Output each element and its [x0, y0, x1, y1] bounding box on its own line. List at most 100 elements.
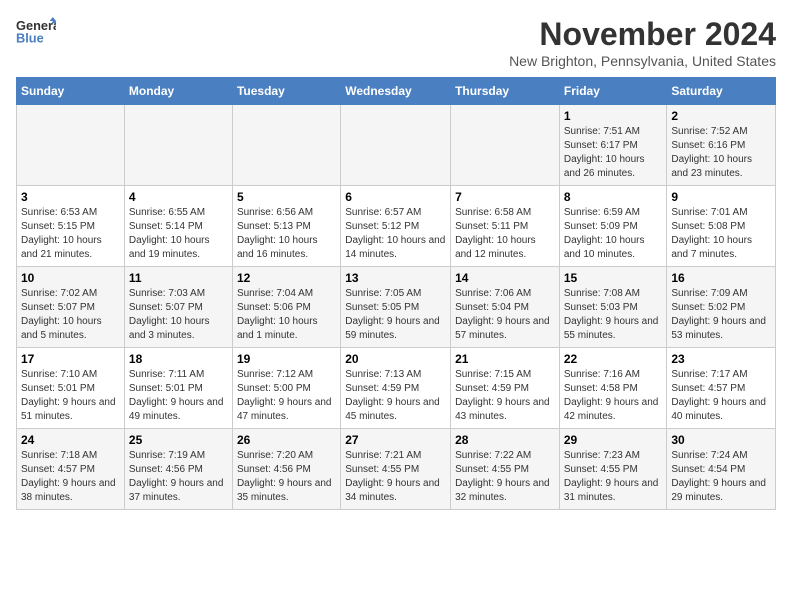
calendar-cell: 18 Sunrise: 7:11 AM Sunset: 5:01 PM Dayli… — [124, 348, 232, 429]
day-number: 16 — [671, 271, 771, 285]
day-info: Sunrise: 7:10 AM Sunset: 5:01 PM Dayligh… — [21, 368, 120, 424]
day-header-friday: Friday — [559, 78, 667, 105]
day-info: Sunrise: 7:05 AM Sunset: 5:05 PM Dayligh… — [345, 287, 446, 343]
day-info: Sunrise: 7:16 AM Sunset: 4:58 PM Dayligh… — [564, 368, 663, 424]
calendar-cell: 5 Sunrise: 6:56 AM Sunset: 5:13 PM Daylig… — [232, 186, 340, 267]
day-info: Sunrise: 7:17 AM Sunset: 4:57 PM Dayligh… — [671, 368, 771, 424]
week-row: 1 Sunrise: 7:51 AM Sunset: 6:17 PM Daylig… — [17, 105, 776, 186]
calendar-cell: 6Sunrise: 6:57 AM Sunset: 5:12 PM Daylig… — [341, 186, 451, 267]
calendar-cell: 16 Sunrise: 7:09 AM Sunset: 5:02 PM Dayli… — [667, 267, 776, 348]
day-number: 7 — [455, 190, 555, 204]
calendar-cell: 10Sunrise: 7:02 AM Sunset: 5:07 PM Dayli… — [17, 267, 125, 348]
calendar-cell: 20 Sunrise: 7:13 AM Sunset: 4:59 PM Dayli… — [341, 348, 451, 429]
day-info: Sunrise: 6:59 AM Sunset: 5:09 PM Dayligh… — [564, 206, 663, 262]
day-info: Sunrise: 6:58 AM Sunset: 5:11 PM Dayligh… — [455, 206, 555, 262]
calendar-cell: 21Sunrise: 7:15 AM Sunset: 4:59 PM Dayli… — [451, 348, 560, 429]
day-header-sunday: Sunday — [17, 78, 125, 105]
day-info: Sunrise: 7:02 AM Sunset: 5:07 PM Dayligh… — [21, 287, 120, 343]
day-info: Sunrise: 7:01 AM Sunset: 5:08 PM Dayligh… — [671, 206, 771, 262]
day-info: Sunrise: 7:21 AM Sunset: 4:55 PM Dayligh… — [345, 449, 446, 505]
calendar-cell: 4 Sunrise: 6:55 AM Sunset: 5:14 PM Daylig… — [124, 186, 232, 267]
day-info: Sunrise: 7:04 AM Sunset: 5:06 PM Dayligh… — [237, 287, 336, 343]
day-info: Sunrise: 7:19 AM Sunset: 4:56 PM Dayligh… — [129, 449, 228, 505]
calendar-cell: 3Sunrise: 6:53 AM Sunset: 5:15 PM Daylig… — [17, 186, 125, 267]
calendar-cell — [124, 105, 232, 186]
day-number: 15 — [564, 271, 663, 285]
calendar-cell: 22 Sunrise: 7:16 AM Sunset: 4:58 PM Dayli… — [559, 348, 667, 429]
calendar-cell: 13 Sunrise: 7:05 AM Sunset: 5:05 PM Dayli… — [341, 267, 451, 348]
day-number: 5 — [237, 190, 336, 204]
month-year: November 2024 — [509, 16, 776, 53]
day-info: Sunrise: 7:22 AM Sunset: 4:55 PM Dayligh… — [455, 449, 555, 505]
calendar-cell: 24 Sunrise: 7:18 AM Sunset: 4:57 PM Dayli… — [17, 429, 125, 510]
day-info: Sunrise: 6:55 AM Sunset: 5:14 PM Dayligh… — [129, 206, 228, 262]
day-number: 25 — [129, 433, 228, 447]
calendar-cell — [232, 105, 340, 186]
day-header-saturday: Saturday — [667, 78, 776, 105]
day-info: Sunrise: 7:12 AM Sunset: 5:00 PM Dayligh… — [237, 368, 336, 424]
calendar-cell: 17Sunrise: 7:10 AM Sunset: 5:01 PM Dayli… — [17, 348, 125, 429]
day-number: 22 — [564, 352, 663, 366]
day-number: 29 — [564, 433, 663, 447]
day-number: 9 — [671, 190, 771, 204]
day-info: Sunrise: 7:03 AM Sunset: 5:07 PM Dayligh… — [129, 287, 228, 343]
day-info: Sunrise: 7:08 AM Sunset: 5:03 PM Dayligh… — [564, 287, 663, 343]
day-number: 30 — [671, 433, 771, 447]
calendar-table: SundayMondayTuesdayWednesdayThursdayFrid… — [16, 77, 776, 510]
day-info: Sunrise: 7:20 AM Sunset: 4:56 PM Dayligh… — [237, 449, 336, 505]
day-info: Sunrise: 7:52 AM Sunset: 6:16 PM Dayligh… — [671, 125, 771, 181]
calendar-cell: 26 Sunrise: 7:20 AM Sunset: 4:56 PM Dayli… — [232, 429, 340, 510]
calendar-cell: 12 Sunrise: 7:04 AM Sunset: 5:06 PM Dayli… — [232, 267, 340, 348]
day-number: 8 — [564, 190, 663, 204]
day-info: Sunrise: 6:53 AM Sunset: 5:15 PM Dayligh… — [21, 206, 120, 262]
day-number: 14 — [455, 271, 555, 285]
title-area: November 2024 New Brighton, Pennsylvania… — [509, 16, 776, 69]
calendar-cell: 28 Sunrise: 7:22 AM Sunset: 4:55 PM Dayli… — [451, 429, 560, 510]
day-header-tuesday: Tuesday — [232, 78, 340, 105]
day-number: 26 — [237, 433, 336, 447]
calendar-cell: 27Sunrise: 7:21 AM Sunset: 4:55 PM Dayli… — [341, 429, 451, 510]
calendar-cell: 7 Sunrise: 6:58 AM Sunset: 5:11 PM Daylig… — [451, 186, 560, 267]
calendar-cell: 2Sunrise: 7:52 AM Sunset: 6:16 PM Daylig… — [667, 105, 776, 186]
day-info: Sunrise: 7:18 AM Sunset: 4:57 PM Dayligh… — [21, 449, 120, 505]
day-number: 4 — [129, 190, 228, 204]
day-info: Sunrise: 7:09 AM Sunset: 5:02 PM Dayligh… — [671, 287, 771, 343]
logo-icon: General Blue — [16, 16, 56, 46]
svg-text:Blue: Blue — [16, 31, 44, 46]
day-number: 28 — [455, 433, 555, 447]
calendar-cell: 15 Sunrise: 7:08 AM Sunset: 5:03 PM Dayli… — [559, 267, 667, 348]
day-number: 6 — [345, 190, 446, 204]
calendar-cell: 9 Sunrise: 7:01 AM Sunset: 5:08 PM Daylig… — [667, 186, 776, 267]
page-header: General Blue November 2024 New Brighton,… — [16, 16, 776, 69]
calendar-cell: 1 Sunrise: 7:51 AM Sunset: 6:17 PM Daylig… — [559, 105, 667, 186]
day-info: Sunrise: 7:23 AM Sunset: 4:55 PM Dayligh… — [564, 449, 663, 505]
day-number: 20 — [345, 352, 446, 366]
calendar-cell — [17, 105, 125, 186]
week-row: 17Sunrise: 7:10 AM Sunset: 5:01 PM Dayli… — [17, 348, 776, 429]
calendar-cell: 29 Sunrise: 7:23 AM Sunset: 4:55 PM Dayli… — [559, 429, 667, 510]
calendar-cell — [451, 105, 560, 186]
day-number: 24 — [21, 433, 120, 447]
day-info: Sunrise: 6:56 AM Sunset: 5:13 PM Dayligh… — [237, 206, 336, 262]
calendar-cell: 23 Sunrise: 7:17 AM Sunset: 4:57 PM Dayli… — [667, 348, 776, 429]
day-number: 18 — [129, 352, 228, 366]
day-info: Sunrise: 7:13 AM Sunset: 4:59 PM Dayligh… — [345, 368, 446, 424]
day-info: Sunrise: 7:51 AM Sunset: 6:17 PM Dayligh… — [564, 125, 663, 181]
calendar-cell: 14 Sunrise: 7:06 AM Sunset: 5:04 PM Dayli… — [451, 267, 560, 348]
week-row: 24 Sunrise: 7:18 AM Sunset: 4:57 PM Dayli… — [17, 429, 776, 510]
calendar-cell — [341, 105, 451, 186]
calendar-cell: 30 Sunrise: 7:24 AM Sunset: 4:54 PM Dayli… — [667, 429, 776, 510]
day-number: 23 — [671, 352, 771, 366]
day-header-wednesday: Wednesday — [341, 78, 451, 105]
day-number: 13 — [345, 271, 446, 285]
calendar-cell: 11 Sunrise: 7:03 AM Sunset: 5:07 PM Dayli… — [124, 267, 232, 348]
day-number: 1 — [564, 109, 663, 123]
week-row: 10Sunrise: 7:02 AM Sunset: 5:07 PM Dayli… — [17, 267, 776, 348]
day-header-thursday: Thursday — [451, 78, 560, 105]
day-info: Sunrise: 7:11 AM Sunset: 5:01 PM Dayligh… — [129, 368, 228, 424]
day-number: 12 — [237, 271, 336, 285]
day-info: Sunrise: 7:06 AM Sunset: 5:04 PM Dayligh… — [455, 287, 555, 343]
calendar-cell: 19Sunrise: 7:12 AM Sunset: 5:00 PM Dayli… — [232, 348, 340, 429]
day-number: 11 — [129, 271, 228, 285]
day-info: Sunrise: 7:24 AM Sunset: 4:54 PM Dayligh… — [671, 449, 771, 505]
